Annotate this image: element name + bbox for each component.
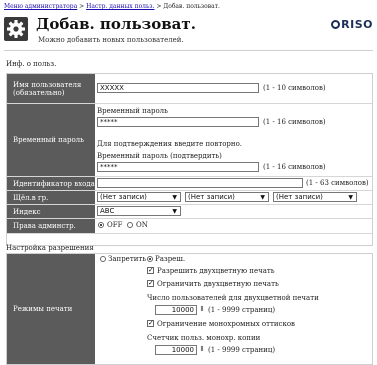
user-info-section-title: Инф. о польз. [6, 60, 57, 68]
limit-mono-label: Ограничение монохромных оттисков [157, 320, 295, 328]
username-label-cell: Имя пользователя (обязательно) [7, 74, 95, 103]
temp-password-confirm-input[interactable]: ***** [97, 162, 259, 172]
gear-icon [4, 17, 28, 41]
print-allow-label: Разреш. [155, 255, 186, 263]
admin-off-radio[interactable] [98, 222, 104, 228]
chevron-down-icon: ▼ [172, 208, 177, 215]
logo-text: RISO [341, 18, 373, 31]
mono-count-label: Счетчик польз. монохр. копии [147, 334, 261, 342]
breadcrumb-admin-menu[interactable]: Меню администратора [4, 3, 77, 10]
temp-password-input[interactable]: ***** [97, 117, 259, 127]
breadcrumb-separator: > [156, 3, 162, 10]
group-select-3-value: (Нет записи) [276, 193, 323, 201]
duplex-count-range: (1 - 9999 страниц) [208, 306, 276, 314]
chevron-down-icon: ▼ [172, 194, 177, 201]
temp-password-confirm-hint: (1 - 16 символов) [263, 163, 326, 171]
admin-on-radio[interactable] [127, 222, 133, 228]
mono-count-range: (1 - 9999 страниц) [208, 346, 276, 354]
breadcrumb-user-settings[interactable]: Настр. данных польз. [86, 3, 154, 10]
print-mode-label-cell: Режимы печати [7, 254, 95, 364]
allow-duplex-checkbox[interactable]: ✓ [147, 267, 154, 274]
row-divider [7, 190, 372, 191]
group-label: Щёл.в гр. [13, 193, 49, 202]
limit-mono-checkbox[interactable]: ✓ [147, 320, 154, 327]
print-mode-label: Режимы печати [13, 305, 73, 313]
group-select-3[interactable]: (Нет записи) ▼ [273, 192, 357, 202]
duplex-count-label: Число пользователей для двухцветной печа… [147, 294, 319, 302]
breadcrumb-separator: > [79, 3, 85, 10]
username-input[interactable]: XXXXX [97, 83, 259, 93]
temp-password-hint: (1 - 16 символов) [263, 118, 326, 126]
group-label-cell: Щёл.в гр. [7, 191, 95, 204]
header-divider [4, 50, 373, 51]
confirm-note: Для подтверждения введите повторно. [97, 140, 243, 148]
admin-label-cell: Права админстр. [7, 219, 95, 233]
riso-logo: RISO [331, 18, 373, 31]
breadcrumb: Меню администратора > Настр. данных поль… [4, 3, 220, 10]
breadcrumb-current: Добав. пользоват. [163, 3, 220, 10]
admin-on-label: ON [136, 221, 148, 229]
admin-off-label: OFF [107, 221, 123, 229]
group-select-1-value: (Нет записи) [100, 193, 147, 201]
login-id-label: Идентификатор входа [13, 179, 95, 188]
print-deny-radio[interactable] [100, 256, 106, 262]
logo-ring-icon [331, 20, 341, 29]
permissions-table: Режимы печати Запретить Разреш. ✓ Разреш… [6, 253, 373, 365]
temp-password-confirm-caption: Временный пароль (подтвердить) [97, 152, 222, 160]
row-divider [7, 176, 372, 177]
print-allow-radio[interactable] [147, 256, 153, 262]
temp-password-caption: Временный пароль [97, 107, 168, 115]
row-divider [7, 204, 372, 205]
temp-password-label-cell: Временный пароль [7, 104, 95, 176]
login-id-input[interactable] [97, 178, 303, 188]
group-select-2[interactable]: (Нет записи) ▼ [185, 192, 269, 202]
index-select[interactable]: ABC ▼ [97, 206, 181, 216]
group-select-1[interactable]: (Нет записи) ▼ [97, 192, 181, 202]
username-hint: (1 - 10 символов) [263, 84, 326, 92]
row-divider [7, 218, 372, 219]
limit-duplex-label: Ограничить двухцветную печать [157, 280, 279, 288]
duplex-count-spinner-icon[interactable]: ⇕ [199, 305, 205, 313]
page-title: Добав. пользоват. [36, 15, 196, 33]
group-select-2-value: (Нет записи) [188, 193, 235, 201]
admin-label: Права админстр. [13, 222, 76, 230]
username-label: Имя пользователя (обязательно) [13, 80, 82, 97]
chevron-down-icon: ▼ [260, 194, 265, 201]
index-label: Индекс [13, 207, 41, 216]
page-subtitle: Можно добавить новых пользователей. [38, 36, 184, 44]
row-divider [7, 233, 372, 234]
temp-password-label: Временный пароль [13, 136, 84, 144]
duplex-count-input[interactable]: 10000 [155, 305, 197, 315]
index-label-cell: Индекс [7, 205, 95, 218]
row-divider [7, 103, 372, 104]
limit-duplex-checkbox[interactable]: ✓ [147, 280, 154, 287]
print-deny-label: Запретить [108, 255, 147, 263]
chevron-down-icon: ▼ [348, 194, 353, 201]
permissions-section-title: Настройка разрешения [6, 244, 94, 252]
index-select-value: ABC [100, 207, 115, 215]
user-info-table: Имя пользователя (обязательно) Временный… [6, 73, 373, 246]
allow-duplex-label: Разрешить двухцветную печать [157, 267, 275, 275]
login-id-label-cell: Идентификатор входа [7, 177, 95, 190]
login-id-hint: (1 - 63 символов) [306, 179, 369, 187]
mono-count-spinner-icon[interactable]: ⇕ [199, 345, 205, 353]
